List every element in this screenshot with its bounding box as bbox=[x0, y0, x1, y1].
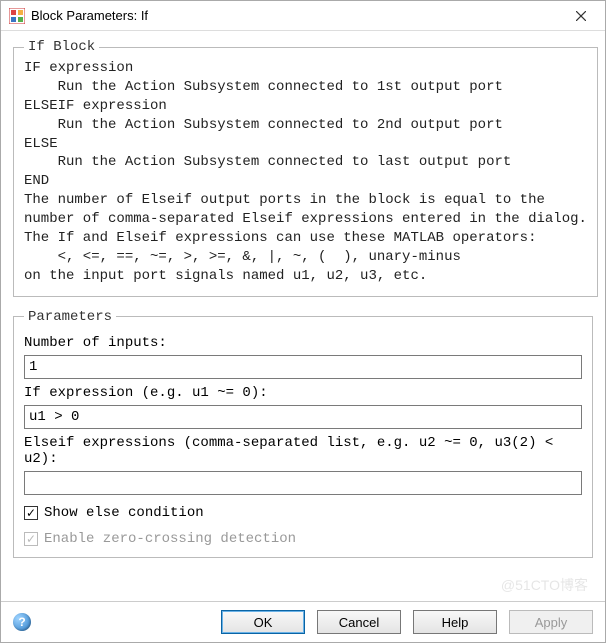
cancel-button[interactable]: Cancel bbox=[317, 610, 401, 634]
help-icon[interactable]: ? bbox=[13, 613, 31, 631]
content-area: If Block IF expression Run the Action Su… bbox=[1, 31, 605, 601]
show-else-checkbox[interactable]: ✓ bbox=[24, 506, 38, 520]
if-block-desc-9: The If and Elseif expressions can use th… bbox=[24, 229, 587, 248]
num-inputs-label: Number of inputs: bbox=[24, 335, 582, 351]
if-block-desc-10: <, <=, ==, ~=, >, >=, &, |, ~, ( ), unar… bbox=[24, 248, 587, 267]
zero-crossing-label: Enable zero-crossing detection bbox=[44, 531, 296, 547]
if-block-desc-7: The number of Elseif output ports in the… bbox=[24, 191, 587, 210]
if-block-desc-1: Run the Action Subsystem connected to 1s… bbox=[24, 78, 587, 97]
if-block-desc-8: number of comma-separated Elseif express… bbox=[24, 210, 587, 229]
parameters-fieldset: Parameters Number of inputs: If expressi… bbox=[13, 309, 593, 558]
ok-button[interactable]: OK bbox=[221, 610, 305, 634]
if-expr-field[interactable] bbox=[24, 405, 582, 429]
elseif-expr-field[interactable] bbox=[24, 471, 582, 495]
if-block-desc-5: Run the Action Subsystem connected to la… bbox=[24, 153, 587, 172]
parameters-legend: Parameters bbox=[24, 309, 116, 325]
button-bar: ? OK Cancel Help Apply bbox=[1, 601, 605, 642]
if-block-desc-4: ELSE bbox=[24, 135, 587, 154]
if-block-desc-6: END bbox=[24, 172, 587, 191]
num-inputs-field[interactable] bbox=[24, 355, 582, 379]
close-icon bbox=[576, 11, 586, 21]
if-block-desc-2: ELSEIF expression bbox=[24, 97, 587, 116]
zero-crossing-row: ✓ Enable zero-crossing detection bbox=[24, 531, 582, 547]
apply-button: Apply bbox=[509, 610, 593, 634]
zero-crossing-checkbox: ✓ bbox=[24, 532, 38, 546]
app-icon bbox=[9, 8, 25, 24]
if-block-fieldset: If Block IF expression Run the Action Su… bbox=[13, 39, 598, 297]
close-button[interactable] bbox=[559, 2, 603, 30]
if-block-desc-11: on the input port signals named u1, u2, … bbox=[24, 267, 587, 286]
show-else-row[interactable]: ✓ Show else condition bbox=[24, 505, 582, 521]
elseif-expr-label: Elseif expressions (comma-separated list… bbox=[24, 435, 582, 467]
if-expr-label: If expression (e.g. u1 ~= 0): bbox=[24, 385, 582, 401]
if-block-desc-0: IF expression bbox=[24, 59, 587, 78]
if-block-legend: If Block bbox=[24, 39, 99, 55]
if-block-desc-3: Run the Action Subsystem connected to 2n… bbox=[24, 116, 587, 135]
titlebar: Block Parameters: If bbox=[1, 1, 605, 31]
help-button[interactable]: Help bbox=[413, 610, 497, 634]
window-title: Block Parameters: If bbox=[31, 8, 559, 23]
show-else-label: Show else condition bbox=[44, 505, 204, 521]
